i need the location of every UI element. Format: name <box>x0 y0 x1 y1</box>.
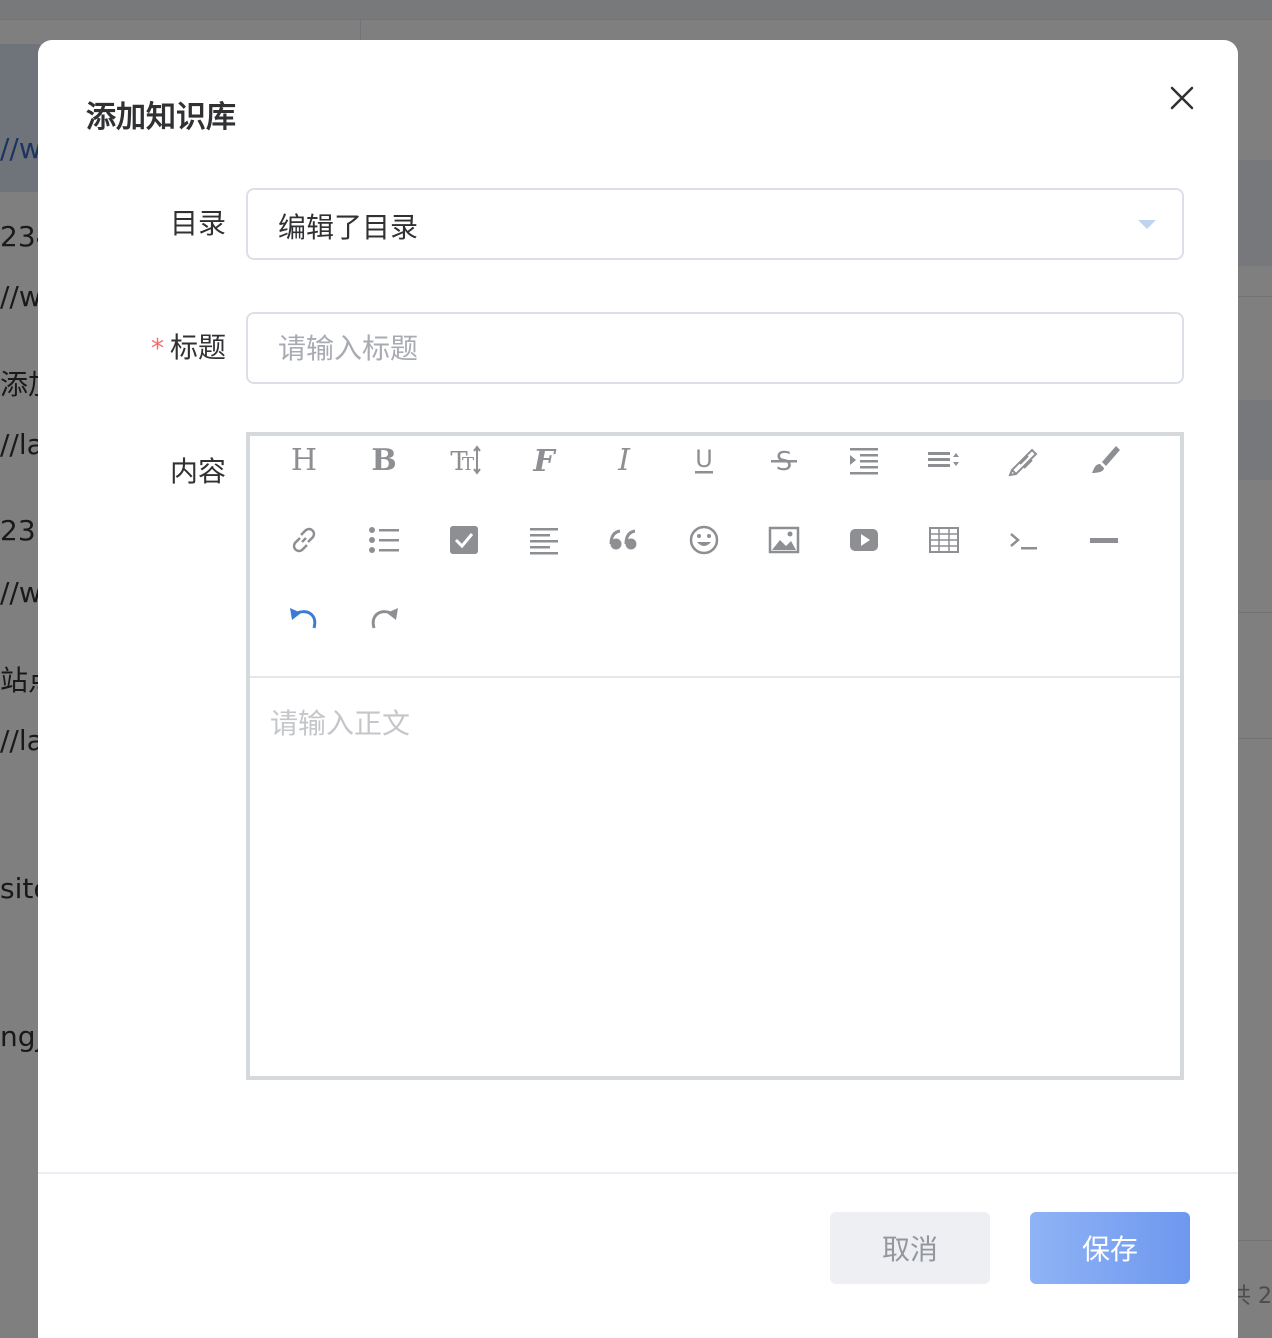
close-icon[interactable] <box>1166 82 1198 114</box>
chevron-down-icon <box>1138 220 1156 229</box>
rich-text-editor: H B TT F I U S 请输入正文 <box>246 432 1184 1080</box>
bullet-list-icon[interactable] <box>364 520 404 560</box>
svg-text:B: B <box>371 443 396 478</box>
paint-brush-icon[interactable] <box>1084 440 1124 480</box>
horizontal-rule-icon[interactable] <box>1084 520 1124 560</box>
code-icon[interactable] <box>1004 520 1044 560</box>
title-input[interactable] <box>246 312 1184 384</box>
italic-icon[interactable]: I <box>604 440 644 480</box>
svg-text:U: U <box>695 445 713 473</box>
editor-toolbar: H B TT F I U S <box>250 436 1180 678</box>
checkbox-icon[interactable] <box>444 520 484 560</box>
quote-icon[interactable] <box>604 520 644 560</box>
strikethrough-icon[interactable]: S <box>764 440 804 480</box>
svg-text:T: T <box>462 454 474 475</box>
title-label-text: 标题 <box>169 331 226 364</box>
font-family-icon[interactable]: F <box>524 440 564 480</box>
svg-text:F: F <box>532 444 557 478</box>
underline-icon[interactable]: U <box>684 440 724 480</box>
save-button[interactable]: 保存 <box>1030 1212 1190 1284</box>
video-icon[interactable] <box>844 520 884 560</box>
svg-text:H: H <box>291 443 317 478</box>
font-size-icon[interactable]: TT <box>444 440 484 480</box>
indent-icon[interactable] <box>844 440 884 480</box>
dialog-footer-divider <box>38 1172 1238 1174</box>
bold-icon[interactable]: B <box>364 440 404 480</box>
link-icon[interactable] <box>284 520 324 560</box>
image-icon[interactable] <box>764 520 804 560</box>
table-icon[interactable] <box>924 520 964 560</box>
content-label: 内容 <box>169 455 226 488</box>
line-height-icon[interactable] <box>924 440 964 480</box>
highlight-pen-icon[interactable] <box>1004 440 1044 480</box>
header-icon[interactable]: H <box>284 440 324 480</box>
add-knowledge-dialog: 添加知识库 目录 编辑了目录 *标题 内容 H B TT F I <box>38 40 1238 1338</box>
directory-label: 目录 <box>169 207 226 240</box>
directory-select-value: 编辑了目录 <box>278 211 419 244</box>
align-left-icon[interactable] <box>524 520 564 560</box>
svg-text:I: I <box>617 443 631 478</box>
required-mark: * <box>150 334 164 364</box>
dialog-title: 添加知识库 <box>86 100 236 135</box>
undo-icon[interactable] <box>284 600 324 640</box>
editor-content-placeholder[interactable]: 请输入正文 <box>270 702 410 742</box>
emoji-icon[interactable] <box>684 520 724 560</box>
redo-icon[interactable] <box>364 600 404 640</box>
directory-select[interactable]: 编辑了目录 <box>246 188 1184 260</box>
cancel-button[interactable]: 取消 <box>830 1212 990 1284</box>
title-label: * 标题 <box>86 328 226 369</box>
